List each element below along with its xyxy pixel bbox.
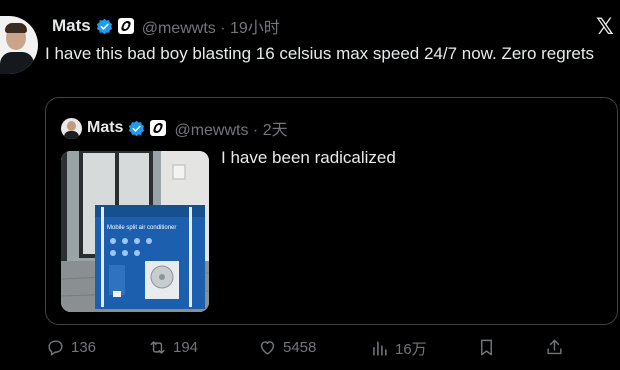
affiliate-badge-icon[interactable] [117, 18, 134, 34]
quoted-author-name[interactable]: Mats [87, 119, 123, 137]
repost-count: 194 [173, 339, 199, 356]
share-icon [547, 339, 562, 355]
views-button[interactable]: 16万 [370, 338, 427, 359]
like-button[interactable]: 5458 [258, 338, 316, 357]
affiliate-badge-icon[interactable] [150, 120, 167, 136]
photo-illustration: Mobile split air conditioner [61, 151, 209, 312]
share-button[interactable] [545, 338, 564, 357]
author-name[interactable]: Mats [52, 16, 91, 36]
like-count: 5458 [283, 339, 317, 356]
quoted-tweet-header: Mats @mewwts · 2天 [61, 116, 288, 140]
quoted-tweet[interactable]: Mats @mewwts · 2天 Mobile split air condi… [45, 97, 618, 325]
author-avatar[interactable] [0, 16, 38, 74]
box-title-text: Mobile split air conditioner [107, 225, 176, 231]
quoted-timestamp[interactable]: 2天 [263, 122, 288, 139]
quoted-author-avatar[interactable] [61, 117, 82, 139]
author-handle[interactable]: @mewwts · 19小时 [142, 14, 280, 38]
tweet-text: I have this bad boy blasting 16 celsius … [45, 44, 595, 63]
action-bar: 136 194 5458 16万 [0, 338, 620, 360]
timestamp[interactable]: 19小时 [230, 20, 280, 37]
x-logo-icon[interactable]: 𝕏 [596, 14, 614, 40]
bookmark-icon [481, 339, 492, 356]
verified-badge-icon [96, 18, 112, 34]
repost-button[interactable]: 194 [148, 338, 198, 357]
quoted-tweet-text: I have been radicalized [221, 148, 396, 167]
repost-icon [150, 341, 165, 354]
views-icon [373, 341, 387, 356]
reply-count: 136 [71, 339, 97, 356]
reply-icon [48, 340, 63, 356]
tweet-header: Mats @mewwts · 19小时 [52, 14, 280, 38]
views-count: 16万 [395, 341, 427, 358]
bookmark-button[interactable] [477, 338, 496, 357]
verified-badge-icon [129, 120, 145, 136]
heart-icon [260, 341, 275, 355]
air-conditioner-photo[interactable]: Mobile split air conditioner [61, 151, 209, 312]
quoted-author-handle[interactable]: @mewwts · 2天 [174, 116, 287, 140]
reply-button[interactable]: 136 [46, 338, 96, 357]
